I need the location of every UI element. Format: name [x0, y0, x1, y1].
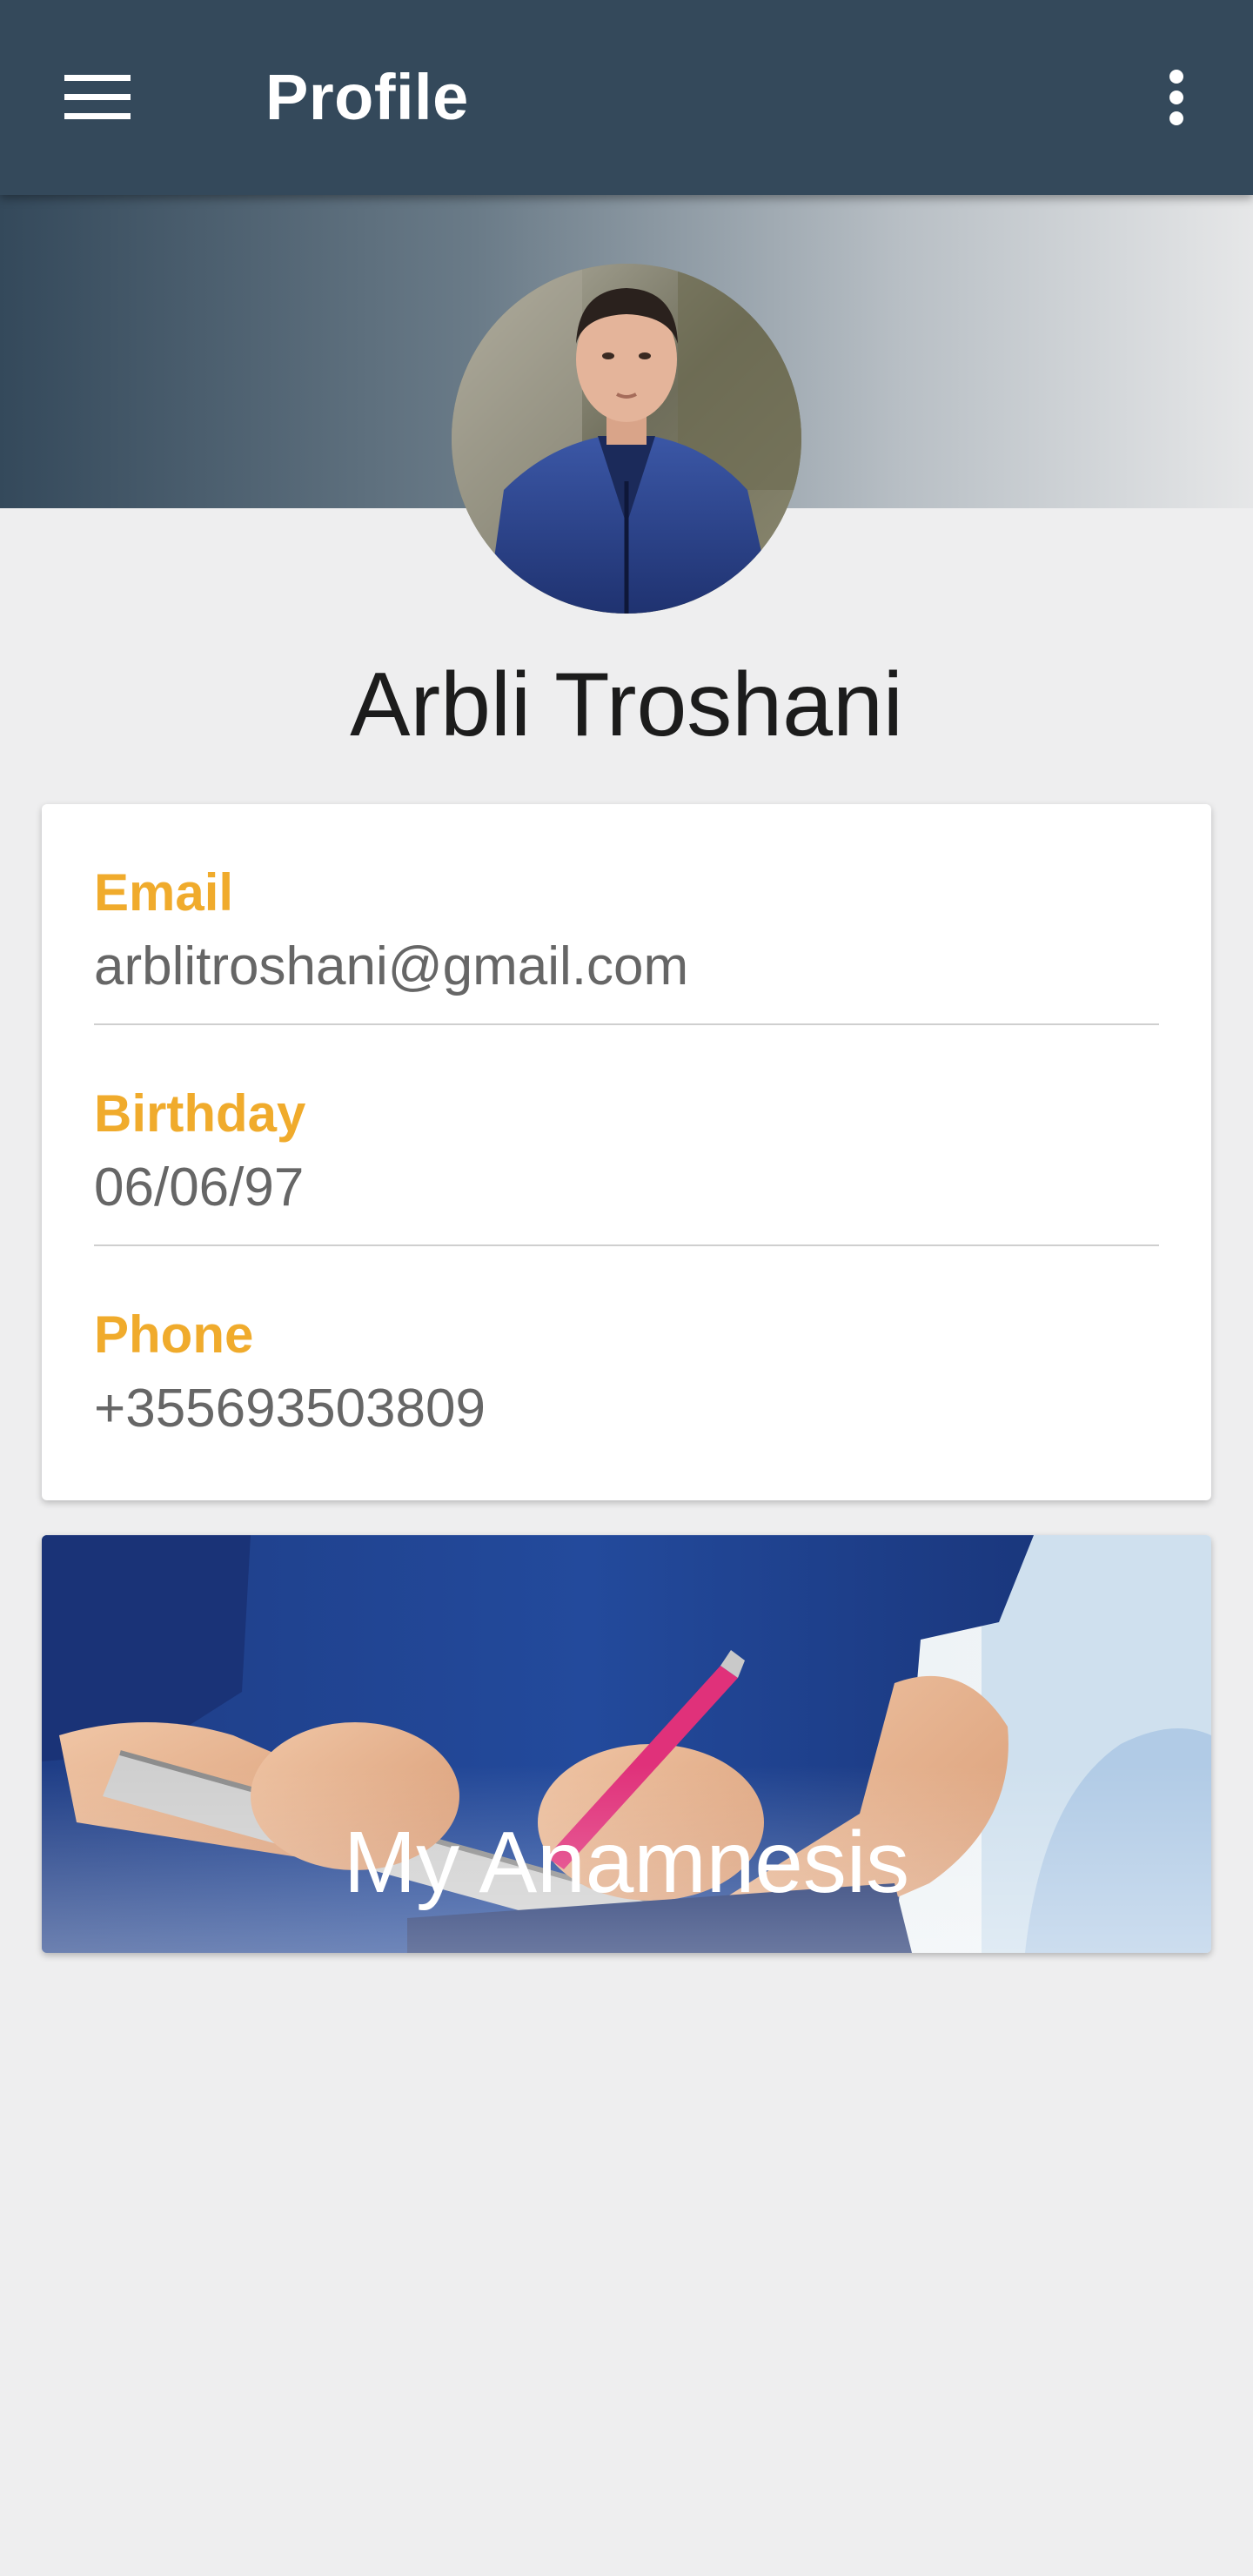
profile-details-card: Email arblitroshani@gmail.com Birthday 0…: [42, 804, 1211, 1500]
more-vertical-icon: [1169, 70, 1183, 125]
profile-name: Arbli Troshani: [350, 654, 903, 755]
birthday-row[interactable]: Birthday 06/06/97: [94, 1025, 1159, 1246]
overflow-menu-button[interactable]: [1140, 54, 1213, 141]
birthday-value: 06/06/97: [94, 1157, 305, 1218]
anamnesis-label: My Anamnesis: [343, 1814, 910, 1911]
page-title: Profile: [265, 61, 469, 133]
my-anamnesis-card[interactable]: My Anamnesis: [42, 1535, 1211, 1953]
app-toolbar: Profile: [0, 0, 1253, 195]
email-row[interactable]: Email arblitroshani@gmail.com: [94, 804, 1159, 1025]
hamburger-menu-icon: [64, 75, 131, 119]
menu-button[interactable]: [44, 54, 151, 141]
avatar-photo: [452, 264, 801, 614]
email-value: arblitroshani@gmail.com: [94, 936, 689, 996]
birthday-label: Birthday: [94, 1084, 306, 1143]
phone-value: +355693503809: [94, 1379, 486, 1439]
email-label: Email: [94, 863, 234, 922]
phone-row[interactable]: Phone +355693503809: [94, 1246, 1159, 1467]
phone-label: Phone: [94, 1305, 254, 1364]
profile-avatar[interactable]: [452, 264, 801, 614]
